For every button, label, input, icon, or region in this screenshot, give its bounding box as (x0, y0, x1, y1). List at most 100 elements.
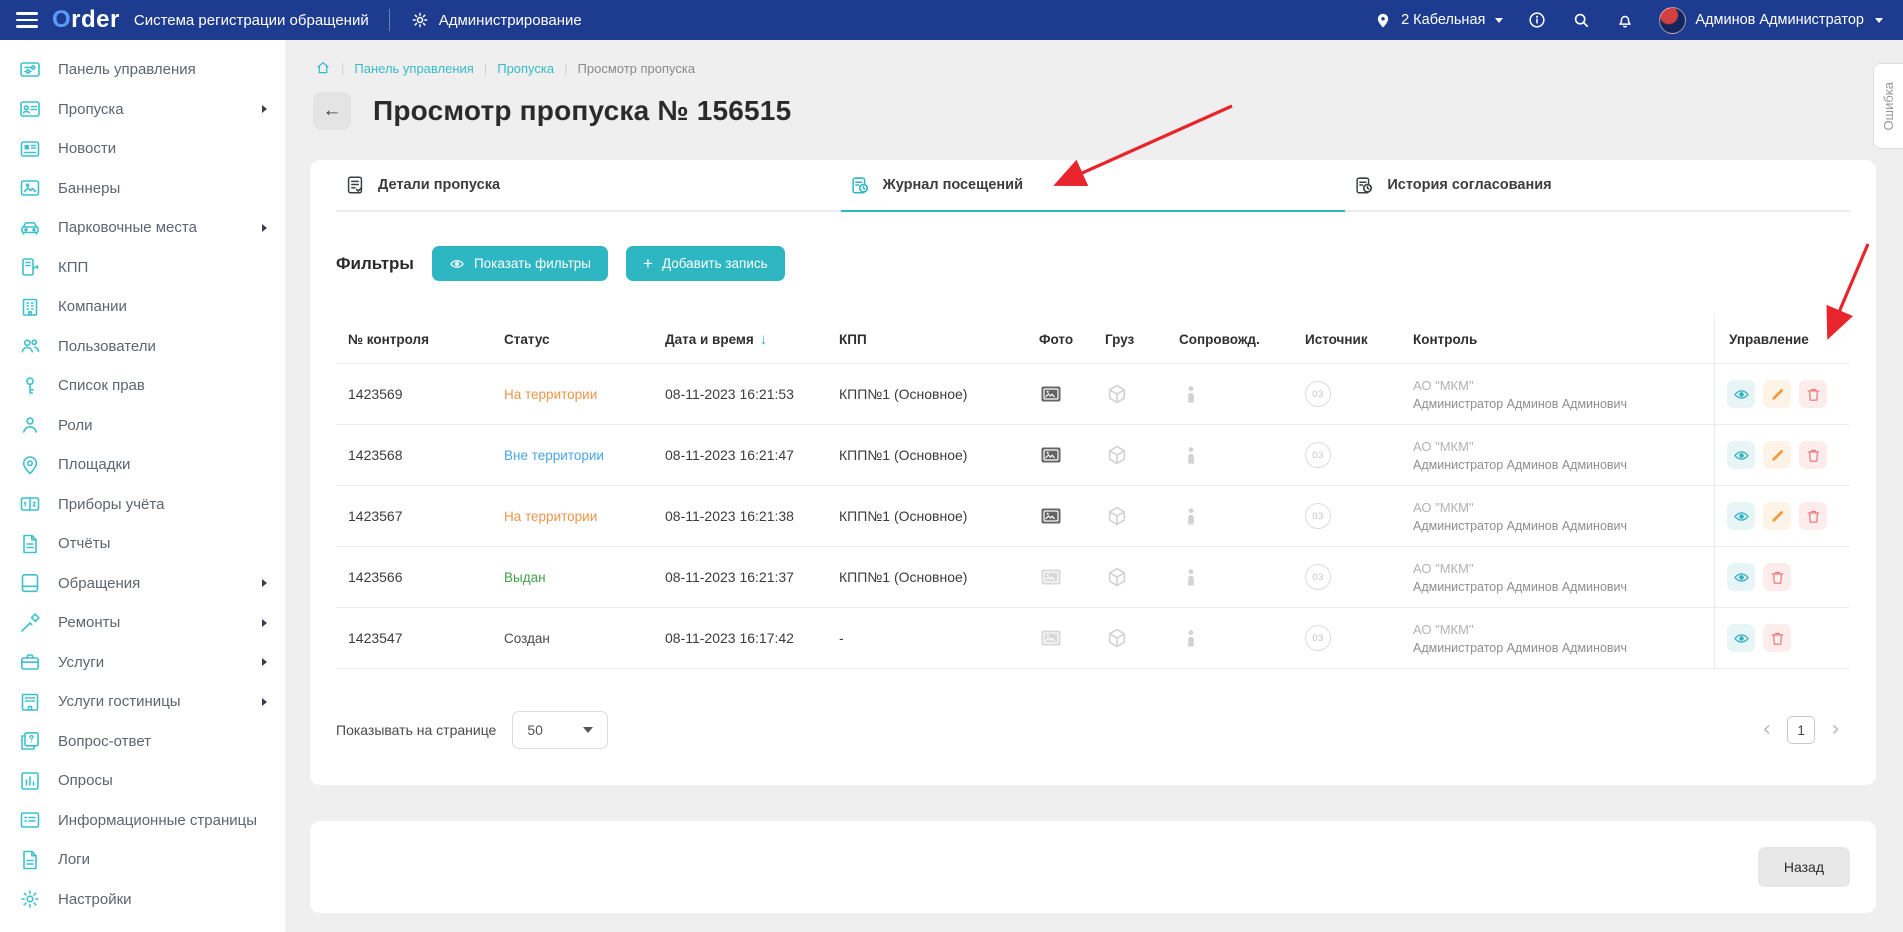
sidebar-item-meter[interactable]: Приборы учёта (0, 485, 285, 525)
sidebar-item-services[interactable]: Услуги (0, 643, 285, 683)
current-page-button[interactable]: 1 (1787, 716, 1815, 744)
control-cell: АО "МКМ" Администратор Админов Админович (1401, 612, 1714, 665)
sidebar-item-label: Приборы учёта (58, 496, 269, 513)
table-row: 1423569 На территории 08-11-2023 16:21:5… (336, 363, 1850, 424)
back-button[interactable]: ← (313, 92, 351, 130)
sidebar-item-checkpoint[interactable]: КПП (0, 248, 285, 288)
notifications-bell-icon[interactable] (1615, 10, 1635, 30)
control-cell: АО "МКМ" Администратор Админов Админович (1401, 429, 1714, 482)
sidebar-item-dashboard[interactable]: Панель управления (0, 50, 285, 90)
chevron-right-icon (262, 698, 267, 706)
kpp-cell: КПП№1 (Основное) (827, 569, 1027, 585)
info-icon[interactable] (1527, 10, 1547, 30)
company-icon (18, 295, 42, 319)
eye-icon (449, 256, 465, 272)
column-status: Статус (492, 315, 653, 363)
tab-approval-history[interactable]: История согласования (1345, 160, 1850, 212)
eye-icon (1733, 630, 1750, 647)
eye-icon (1733, 447, 1750, 464)
delete-button[interactable] (1763, 624, 1791, 652)
sidebar-item-pass-card[interactable]: Пропуска (0, 90, 285, 130)
pagination-row: Показывать на странице 50 ‹ 1 › (336, 711, 1850, 749)
tab-visit-log[interactable]: Журнал посещений (841, 160, 1346, 212)
sidebar-item-key[interactable]: Список прав (0, 366, 285, 406)
sidebar-item-banner[interactable]: Баннеры (0, 169, 285, 209)
view-button[interactable] (1727, 563, 1755, 591)
prev-page-button[interactable]: ‹ (1762, 719, 1771, 741)
edit-button[interactable] (1763, 441, 1791, 469)
view-button[interactable] (1727, 502, 1755, 530)
status-cell: Вне территории (492, 448, 653, 463)
search-icon[interactable] (1571, 10, 1591, 30)
pass-view-card: Детали пропуска Журнал посещений История… (310, 160, 1876, 785)
tabs-bar: Детали пропуска Журнал посещений История… (336, 160, 1850, 212)
view-button[interactable] (1727, 441, 1755, 469)
sidebar-item-label: Площадки (58, 456, 269, 473)
error-report-tab[interactable]: Ошибка (1873, 63, 1903, 149)
view-button[interactable] (1727, 624, 1755, 652)
sidebar-item-repair[interactable]: Ремонты (0, 603, 285, 643)
eye-icon (1733, 386, 1750, 403)
edit-button[interactable] (1763, 380, 1791, 408)
pass-card-icon (18, 97, 42, 121)
photo-icon[interactable] (1039, 626, 1063, 650)
photo-icon[interactable] (1039, 504, 1063, 528)
sidebar-item-location[interactable]: Площадки (0, 445, 285, 485)
dashboard-icon (18, 58, 42, 82)
column-source: Источник (1293, 315, 1401, 363)
sidebar-item-label: Пользователи (58, 338, 269, 355)
sidebar-item-hotel[interactable]: Услуги гостиницы (0, 682, 285, 722)
sidebar-item-info-pages[interactable]: Информационные страницы (0, 801, 285, 841)
sidebar-item-poll[interactable]: Опросы (0, 761, 285, 801)
view-button[interactable] (1727, 380, 1755, 408)
title-row: ← Просмотр пропуска № 156515 (285, 76, 1903, 130)
delete-button[interactable] (1799, 502, 1827, 530)
column-datetime[interactable]: Дата и время ↓ (653, 315, 827, 363)
sidebar-item-settings[interactable]: Настройки (0, 880, 285, 920)
delete-button[interactable] (1763, 563, 1791, 591)
photo-icon[interactable] (1039, 382, 1063, 406)
home-icon[interactable] (315, 60, 331, 76)
breadcrumb-link-dashboard[interactable]: Панель управления (354, 61, 473, 76)
source-badge: 03 (1305, 442, 1331, 468)
sidebar-item-company[interactable]: Компании (0, 287, 285, 327)
sidebar-item-role[interactable]: Роли (0, 406, 285, 446)
footer-card: Назад (310, 821, 1876, 913)
sidebar-item-news[interactable]: Новости (0, 129, 285, 169)
cargo-icon (1105, 626, 1129, 650)
sidebar-item-label: Опросы (58, 772, 269, 789)
sort-desc-icon[interactable]: ↓ (760, 331, 768, 348)
delete-button[interactable] (1799, 380, 1827, 408)
menu-toggle-button[interactable] (16, 12, 38, 28)
manage-cell (1714, 364, 1850, 424)
add-record-button[interactable]: + Добавить запись (626, 246, 785, 281)
per-page-select[interactable]: 50 (512, 711, 608, 749)
breadcrumb-separator: | (564, 61, 567, 76)
delete-button[interactable] (1799, 441, 1827, 469)
manage-cell (1714, 425, 1850, 485)
next-page-button[interactable]: › (1831, 719, 1840, 741)
show-filters-button[interactable]: Показать фильтры (432, 246, 608, 281)
user-menu[interactable]: Админов Администратор (1659, 7, 1883, 34)
sidebar-item-label: Отчёты (58, 535, 269, 552)
photo-icon[interactable] (1039, 443, 1063, 467)
sidebar-item-requests[interactable]: Обращения (0, 564, 285, 604)
admin-section-link[interactable]: Администрирование (410, 10, 582, 30)
sidebar-item-users[interactable]: Пользователи (0, 327, 285, 367)
breadcrumb-link-passes[interactable]: Пропуска (497, 61, 554, 76)
eye-icon (1733, 508, 1750, 525)
filters-row: Фильтры Показать фильтры + Добавить запи… (336, 246, 1850, 281)
nazad-button[interactable]: Назад (1758, 847, 1850, 887)
visit-log-icon (849, 174, 871, 196)
sidebar-item-faq[interactable]: Вопрос-ответ (0, 722, 285, 762)
sidebar-item-parking[interactable]: Парковочные места (0, 208, 285, 248)
tab-pass-details[interactable]: Детали пропуска (336, 160, 841, 212)
sidebar-item-logs[interactable]: Логи (0, 840, 285, 880)
topbar: Order Система регистрации обращений Адми… (0, 0, 1903, 40)
sidebar-item-label: Компании (58, 298, 269, 315)
photo-icon[interactable] (1039, 565, 1063, 589)
manage-cell (1714, 608, 1850, 668)
edit-button[interactable] (1763, 502, 1791, 530)
location-selector[interactable]: 2 Кабельная (1373, 10, 1503, 30)
sidebar-item-report[interactable]: Отчёты (0, 524, 285, 564)
